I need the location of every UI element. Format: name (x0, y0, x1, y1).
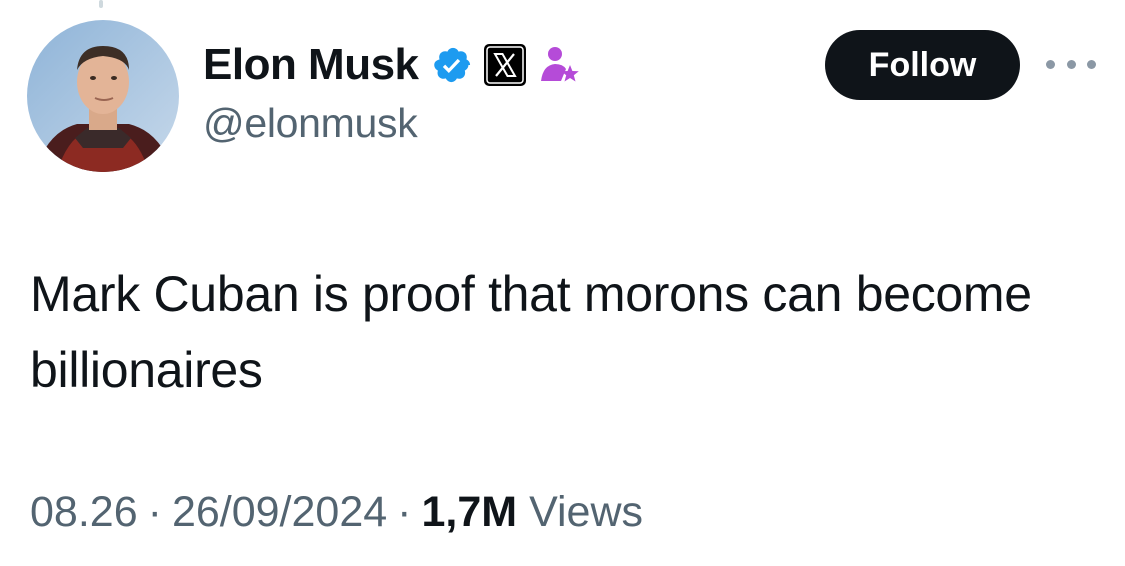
x-affiliate-logo-icon[interactable] (483, 43, 527, 87)
avatar-image (27, 20, 179, 172)
views-label[interactable]: Views (529, 488, 643, 537)
author-display-name[interactable]: Elon Musk (203, 40, 419, 90)
tweet-text: Mark Cuban is proof that morons can beco… (30, 266, 1032, 398)
thread-connector-line (99, 0, 103, 8)
more-horizontal-icon[interactable] (1046, 52, 1096, 76)
author-handle[interactable]: @elonmusk (203, 100, 418, 147)
verified-badge-icon[interactable] (433, 45, 473, 85)
tweet-time[interactable]: 08.26 (30, 488, 138, 537)
follow-button[interactable]: Follow (825, 30, 1020, 100)
views-count[interactable]: 1,7M (421, 488, 517, 537)
meta-separator: · (397, 488, 412, 536)
avatar[interactable] (27, 20, 179, 172)
more-dot (1066, 59, 1076, 69)
more-dot (1087, 59, 1096, 69)
tweet-meta: 08.26 · 26/09/2024 · 1,7M Views (30, 488, 643, 537)
tweet-date[interactable]: 26/09/2024 (172, 488, 387, 537)
meta-separator: · (147, 488, 162, 536)
author-name-row: Elon Musk (203, 36, 581, 94)
more-dot (1046, 59, 1055, 69)
subscriber-person-star-icon[interactable] (537, 43, 581, 87)
